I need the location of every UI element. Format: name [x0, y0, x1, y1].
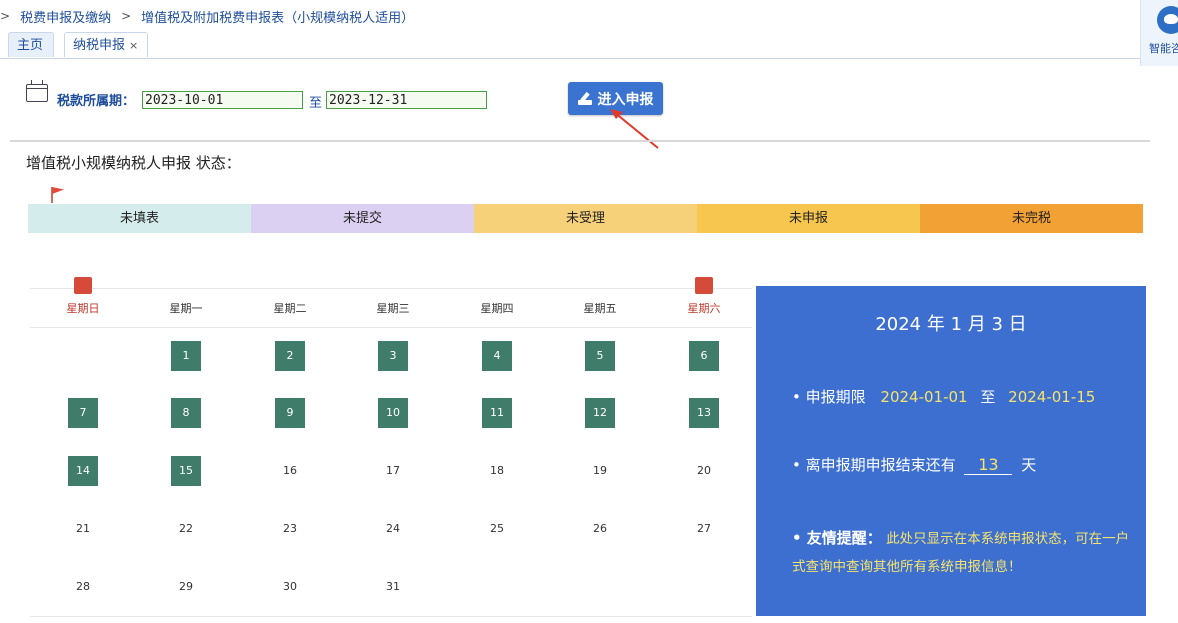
filing-info-panel: 2024 年 1 月 3 日 • 申报期限 2024-01-01 至 2024-…	[756, 286, 1146, 616]
calendar-icon	[26, 80, 48, 102]
calendar-day[interactable]: 7	[68, 398, 98, 428]
assistant-icon	[1157, 6, 1178, 34]
breadcrumb-separator: >	[121, 9, 132, 23]
status-legend-item: 未完税	[920, 204, 1143, 233]
calendar-day[interactable]: 19	[585, 456, 615, 486]
calendar-header-border	[30, 327, 752, 328]
weekday-header: 星期一	[169, 302, 203, 315]
calendar-day[interactable]: 3	[378, 341, 408, 371]
calendar-day[interactable]: 15	[171, 456, 201, 486]
close-icon[interactable]: ×	[129, 39, 138, 52]
calendar-day[interactable]: 17	[378, 456, 408, 486]
deadline-start: 2024-01-01	[880, 388, 968, 406]
calendar-day[interactable]: 22	[171, 514, 201, 544]
calendar-day[interactable]: 12	[585, 398, 615, 428]
calendar-day[interactable]: 21	[68, 514, 98, 544]
edit-icon	[577, 93, 592, 105]
calendar-day[interactable]: 31	[378, 572, 408, 602]
calendar-day[interactable]: 30	[275, 572, 305, 602]
weekday-header: 星期二	[273, 302, 307, 315]
calendar-day[interactable]: 26	[585, 514, 615, 544]
calendar-day[interactable]: 5	[585, 341, 615, 371]
tab-tax-filing[interactable]: 纳税申报 ×	[64, 32, 148, 57]
calendar-day[interactable]: 4	[482, 341, 512, 371]
remaining-unit: 天	[1021, 456, 1037, 474]
breadcrumb-item-tax-filing[interactable]: 税费申报及缴纳	[20, 7, 111, 26]
calendar-day[interactable]: 16	[275, 456, 305, 486]
calendar-day[interactable]: 24	[378, 514, 408, 544]
calendar-day[interactable]: 29	[171, 572, 201, 602]
status-legend-item: 未受理	[474, 204, 697, 233]
deadline-line: • 申报期限 2024-01-01 至 2024-01-15	[792, 386, 1095, 407]
calendar-bottom-border	[30, 616, 752, 617]
weekday-header: 星期六	[687, 302, 721, 315]
breadcrumb-separator: >	[0, 9, 11, 23]
weekday-header: 星期三	[376, 302, 410, 315]
weekday-header: 星期日	[66, 302, 100, 315]
period-end-input[interactable]	[326, 91, 487, 109]
deadline-label: • 申报期限	[792, 388, 866, 406]
calendar-day[interactable]: 9	[275, 398, 305, 428]
calendar-day[interactable]: 14	[68, 456, 98, 486]
breadcrumb: > 税费申报及缴纳 > 增值税及附加税费申报表（小规模纳税人适用）	[0, 6, 414, 26]
weekday-header: 星期四	[480, 302, 514, 315]
weekend-marker	[695, 277, 713, 294]
remaining-line: • 离申报期申报结束还有 13 天	[792, 454, 1036, 475]
tab-home[interactable]: 主页	[8, 32, 54, 57]
friendly-tip: • 友情提醒： 此处只显示在本系统申报状态，可在一户式查询中查询其他所有系统申报…	[792, 524, 1132, 581]
status-legend-item: 未填表	[28, 204, 251, 233]
remaining-label: • 离申报期申报结束还有	[792, 456, 956, 474]
calendar-day[interactable]: 2	[275, 341, 305, 371]
flag-icon	[51, 187, 64, 203]
current-date: 2024 年 1 月 3 日	[875, 314, 1027, 335]
deadline-end: 2024-01-15	[1008, 388, 1096, 406]
calendar-day[interactable]: 20	[689, 456, 719, 486]
arrow-annotation-icon	[610, 109, 659, 149]
enter-filing-label: 进入申报	[597, 90, 654, 107]
tab-bar: 主页 纳税申报 ×	[0, 32, 1140, 59]
weekday-header: 星期五	[583, 302, 617, 315]
tab-home-label: 主页	[17, 38, 44, 53]
period-start-input[interactable]	[142, 91, 303, 109]
tab-tax-filing-label: 纳税申报	[73, 38, 126, 53]
calendar-day[interactable]: 25	[482, 514, 512, 544]
calendar-day[interactable]: 27	[689, 514, 719, 544]
tip-label: • 友情提醒：	[792, 529, 882, 547]
status-legend: 未填表 未提交 未受理 未申报 未完税	[28, 204, 1143, 233]
calendar-day[interactable]: 6	[689, 341, 719, 371]
weekend-marker	[74, 277, 92, 294]
calendar-day[interactable]: 1	[171, 341, 201, 371]
calendar-day[interactable]: 18	[482, 456, 512, 486]
calendar-day[interactable]: 28	[68, 572, 98, 602]
assistant-label: 智能咨	[1149, 42, 1178, 55]
remaining-days: 13	[964, 455, 1013, 475]
status-title: 增值税小规模纳税人申报 状态：	[26, 154, 241, 172]
calendar-day[interactable]: 8	[171, 398, 201, 428]
calendar-top-border	[30, 288, 752, 289]
deadline-to: 至	[980, 388, 996, 406]
status-legend-item: 未申报	[697, 204, 920, 233]
smart-assistant[interactable]: 智能咨	[1140, 0, 1178, 66]
calendar-day[interactable]: 13	[689, 398, 719, 428]
period-to-label: 至	[309, 96, 323, 111]
status-legend-item: 未提交	[251, 204, 474, 233]
calendar-day[interactable]: 23	[275, 514, 305, 544]
calendar-day[interactable]: 11	[482, 398, 512, 428]
period-label: 税款所属期：	[57, 94, 136, 109]
calendar-day[interactable]: 10	[378, 398, 408, 428]
section-divider	[10, 140, 1150, 142]
breadcrumb-item-vat-form[interactable]: 增值税及附加税费申报表（小规模纳税人适用）	[141, 7, 414, 26]
